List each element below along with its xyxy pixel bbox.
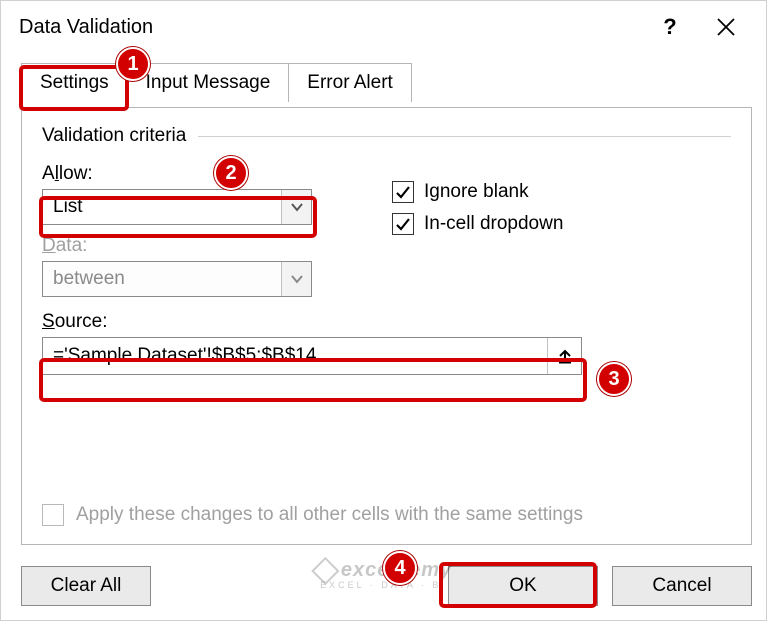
tab-input-message[interactable]: Input Message [127,63,290,102]
chevron-down-icon [290,274,304,284]
checkbox-box [42,504,64,526]
data-value: between [43,268,281,290]
allow-dropdown-button[interactable] [281,190,311,224]
clear-all-button[interactable]: Clear All [21,566,151,606]
group-line [198,136,731,137]
checkmark-icon [395,216,411,232]
incell-dropdown-checkbox[interactable]: In-cell dropdown [392,213,563,235]
incell-dropdown-label: In-cell dropdown [424,213,563,235]
close-button[interactable] [698,5,754,49]
apply-label: Apply these changes to all other cells w… [76,504,583,526]
ignore-blank-checkbox[interactable]: Ignore blank [392,181,563,203]
cancel-button[interactable]: Cancel [612,566,752,606]
group-title: Validation criteria [42,125,186,147]
ok-button[interactable]: OK [448,566,598,606]
data-dropdown-button [281,262,311,296]
help-button[interactable]: ? [642,5,698,49]
close-icon [716,17,736,37]
titlebar: Data Validation ? [1,1,766,53]
range-picker-button[interactable] [547,338,581,374]
ignore-blank-label: Ignore blank [424,181,529,203]
checkbox-box [392,181,414,203]
group-title-row: Validation criteria [42,125,731,147]
data-validation-dialog: Data Validation ? Settings Input Message… [0,0,767,621]
data-label: Data: [42,235,362,257]
button-bar: Clear All OK Cancel [21,566,752,606]
source-value: ='Sample Dataset'!$B$5:$B$14 [43,345,547,367]
source-label: Source: [42,311,731,333]
data-combo: between [42,261,312,297]
apply-changes-checkbox: Apply these changes to all other cells w… [42,504,731,526]
settings-panel: Validation criteria Allow: List Data: [21,107,752,545]
chevron-down-icon [290,202,304,212]
collapse-dialog-icon [557,348,573,364]
tab-error-alert[interactable]: Error Alert [288,63,412,102]
allow-combo[interactable]: List [42,189,312,225]
tab-settings[interactable]: Settings [21,63,128,102]
checkmark-icon [395,184,411,200]
tab-strip: Settings Input Message Error Alert [21,63,766,102]
source-input[interactable]: ='Sample Dataset'!$B$5:$B$14 [42,337,582,375]
checkbox-box [392,213,414,235]
allow-value: List [43,196,281,218]
allow-label: Allow: [42,163,362,185]
dialog-title: Data Validation [19,16,642,39]
